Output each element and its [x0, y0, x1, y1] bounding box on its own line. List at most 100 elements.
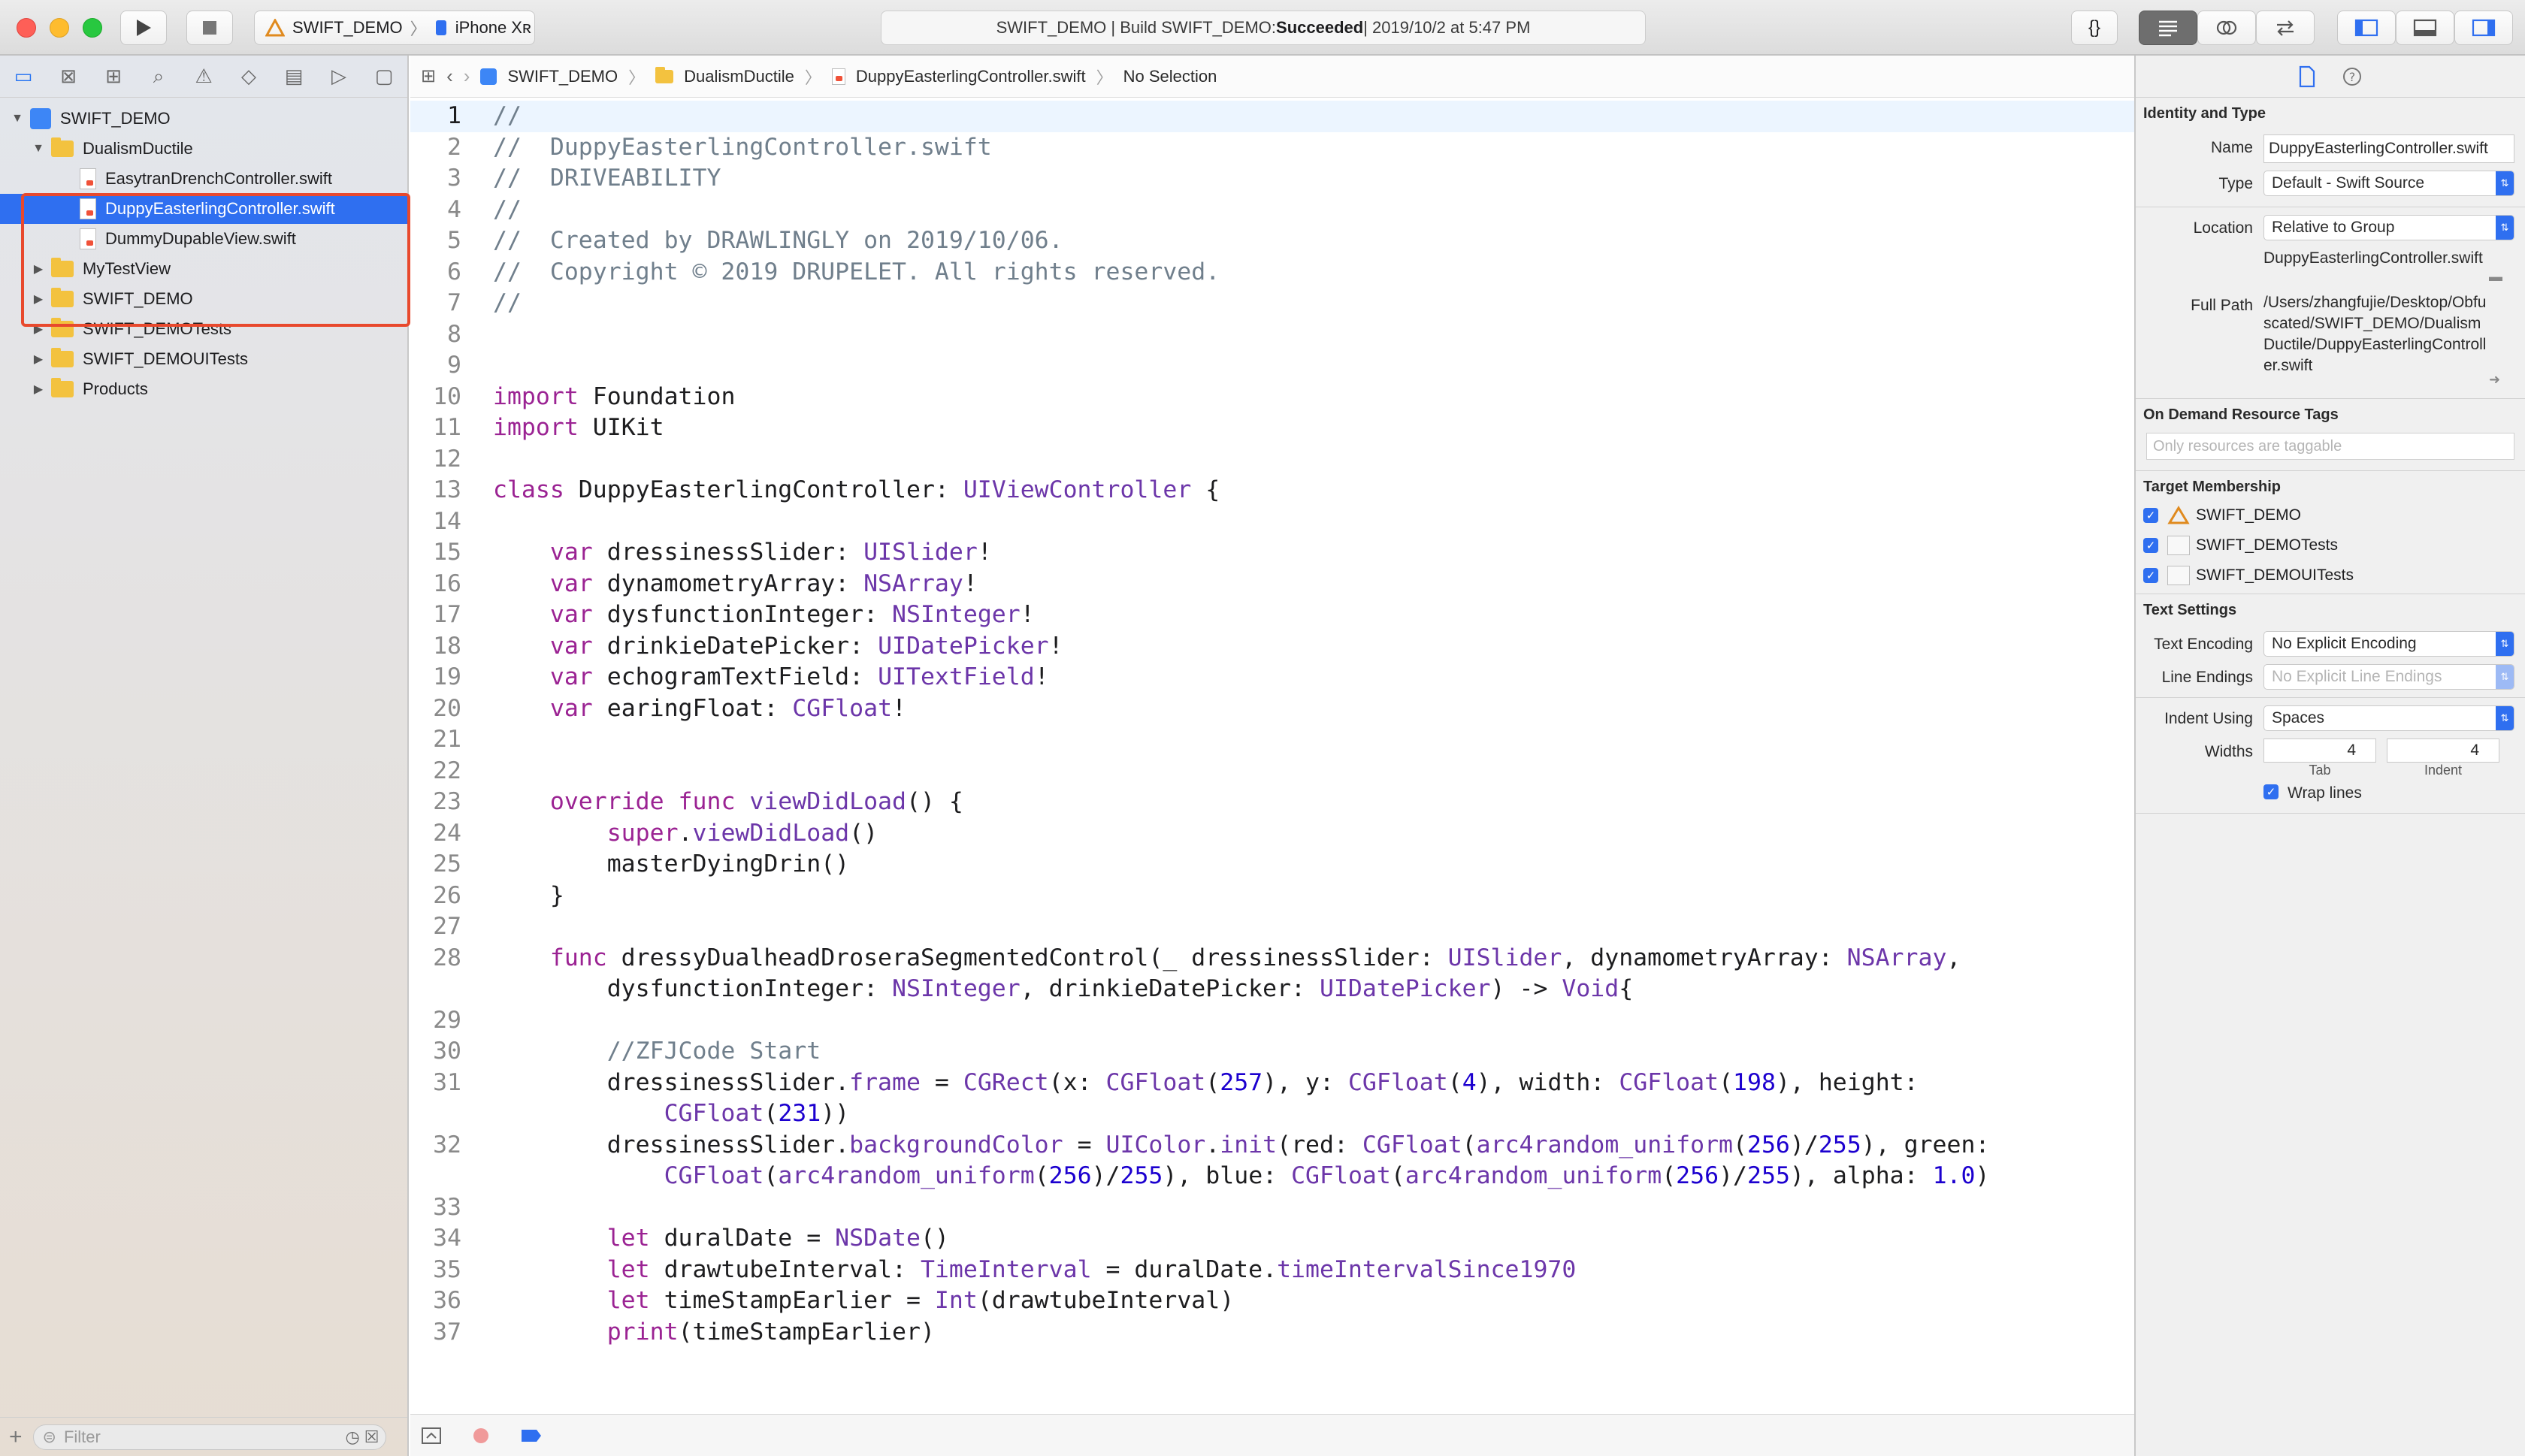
group-row[interactable]: ▶ SWIFT_DEMOTests [0, 314, 407, 344]
disclosure-closed-icon[interactable]: ▶ [30, 382, 47, 397]
code-line[interactable]: 29 [410, 1005, 2134, 1037]
code-line[interactable]: CGFloat(231)) [410, 1098, 2134, 1130]
code-line[interactable]: 4 // [410, 195, 2134, 226]
location-popup[interactable]: Relative to Group ⇅ [2263, 215, 2514, 240]
target-row[interactable]: ✓ SWIFT_DEMO [2136, 500, 2525, 530]
code-line[interactable]: 37 print(timeStampEarlier) [410, 1317, 2134, 1349]
hide-debug-area-icon[interactable] [421, 1427, 442, 1445]
warning-icon[interactable]: ⚠ [191, 64, 216, 89]
assistant-editor-button[interactable] [2197, 11, 2256, 45]
minimize-window-button[interactable] [50, 18, 69, 38]
code-line[interactable]: 14 [410, 506, 2134, 538]
code-line[interactable]: 9 [410, 350, 2134, 382]
disclosure-closed-icon[interactable]: ▶ [30, 352, 47, 367]
code-line[interactable]: 5 // Created by DRAWLINGLY on 2019/10/06. [410, 225, 2134, 257]
indent-using-popup[interactable]: Spaces ⇅ [2263, 705, 2514, 731]
code-line[interactable]: 1 // [410, 101, 2134, 132]
breadcrumb-file[interactable]: DuppyEasterlingController.swift [856, 67, 1086, 86]
disclosure-open-icon[interactable]: ▼ [9, 112, 26, 125]
recent-files-icon[interactable]: ◷ ☒ [346, 1427, 380, 1447]
file-row[interactable]: DuppyEasterlingController.swift [0, 194, 407, 224]
related-items-icon[interactable]: ⊞ [421, 65, 436, 87]
code-line[interactable]: 36 let timeStampEarlier = Int(drawtubeIn… [410, 1285, 2134, 1317]
disclosure-closed-icon[interactable]: ▶ [30, 322, 47, 337]
code-line[interactable]: 32 dressinessSlider.backgroundColor = UI… [410, 1130, 2134, 1161]
target-row[interactable]: ✓ SWIFT_DEMOTests [2136, 530, 2525, 560]
code-line[interactable]: 8 [410, 319, 2134, 351]
reveal-in-finder-icon[interactable]: ➜ [2489, 372, 2500, 388]
file-row[interactable]: DummyDupableView.swift [0, 224, 407, 254]
code-line[interactable]: 7 // [410, 288, 2134, 319]
odr-tags-field[interactable]: Only resources are taggable [2146, 433, 2514, 460]
code-line[interactable]: 27 [410, 911, 2134, 943]
code-line[interactable]: 18 var drinkieDatePicker: UIDatePicker! [410, 631, 2134, 663]
code-line[interactable]: 12 [410, 444, 2134, 476]
code-line[interactable]: dysfunctionInteger: NSInteger, drinkieDa… [410, 974, 2134, 1005]
code-line[interactable]: 2 // DuppyEasterlingController.swift [410, 132, 2134, 164]
code-line[interactable]: 13 class DuppyEasterlingController: UIVie… [410, 475, 2134, 506]
group-row[interactable]: ▶ MyTestView [0, 254, 407, 284]
group-row[interactable]: ▶ SWIFT_DEMO [0, 284, 407, 314]
code-line[interactable]: 11 import UIKit [410, 412, 2134, 444]
code-line[interactable]: 15 var dressinessSlider: UISlider! [410, 537, 2134, 569]
indent-width-stepper[interactable]: 4 [2387, 739, 2499, 763]
breakpoint-tag-icon[interactable] [520, 1428, 543, 1443]
code-area[interactable]: 1 // 2 // DuppyEasterlingController.swift 3 /… [410, 101, 2134, 1411]
code-line[interactable]: 33 [410, 1192, 2134, 1224]
group-row[interactable]: ▼ DualismDuctile [0, 134, 407, 164]
code-line[interactable]: 17 var dysfunctionInteger: NSInteger! [410, 600, 2134, 631]
code-line[interactable]: CGFloat(arc4random_uniform(256)/255), bl… [410, 1161, 2134, 1192]
disclosure-open-icon[interactable]: ▼ [30, 142, 47, 156]
file-row[interactable]: EasytranDrenchController.swift [0, 164, 407, 194]
code-line[interactable]: 20 var earingFloat: CGFloat! [410, 693, 2134, 725]
test-diamond-icon[interactable]: ◇ [236, 64, 262, 89]
code-line[interactable]: 24 super.viewDidLoad() [410, 818, 2134, 850]
breadcrumb-selection[interactable]: No Selection [1123, 67, 1217, 86]
close-window-button[interactable] [17, 18, 36, 38]
code-line[interactable]: 19 var echogramTextField: UITextField! [410, 662, 2134, 693]
code-line[interactable]: 26 } [410, 881, 2134, 912]
target-row[interactable]: ✓ SWIFT_DEMOUITests [2136, 560, 2525, 591]
code-line[interactable]: 35 let drawtubeInterval: TimeInterval = … [410, 1255, 2134, 1286]
breadcrumb-project[interactable]: SWIFT_DEMO [507, 67, 618, 86]
quick-help-icon[interactable]: ? [2342, 66, 2363, 87]
code-line[interactable]: 6 // Copyright © 2019 DRUPELET. All right… [410, 257, 2134, 288]
code-line[interactable]: 21 [410, 724, 2134, 756]
report-icon[interactable]: ▢ [371, 64, 397, 89]
breakpoint-icon[interactable]: ▷ [326, 64, 352, 89]
code-line[interactable]: 10 import Foundation [410, 382, 2134, 413]
code-line[interactable]: 16 var dynamometryArray: NSArray! [410, 569, 2134, 600]
checkbox-checked-icon[interactable]: ✓ [2143, 538, 2158, 553]
disclosure-closed-icon[interactable]: ▶ [30, 261, 47, 276]
back-chevron-icon[interactable]: ‹ [446, 65, 453, 88]
search-icon[interactable]: ⌕ [146, 64, 171, 89]
stop-button[interactable] [186, 11, 233, 45]
add-icon[interactable]: + [9, 1424, 23, 1450]
standard-editor-button[interactable] [2139, 11, 2197, 45]
symbol-icon[interactable]: ⊞ [101, 64, 126, 89]
scheme-selector[interactable]: SWIFT_DEMO 〉 iPhone Xʀ [254, 11, 535, 45]
version-editor-button[interactable] [2256, 11, 2315, 45]
tab-width-stepper[interactable]: 4 [2263, 739, 2376, 763]
toggle-navigator-button[interactable] [2337, 11, 2396, 45]
name-field[interactable]: DuppyEasterlingController.swift [2263, 134, 2514, 163]
source-control-icon[interactable]: ⊠ [56, 64, 81, 89]
code-line[interactable]: 23 override func viewDidLoad() { [410, 787, 2134, 818]
code-line[interactable]: 28 func dressyDualheadDroseraSegmentedCo… [410, 943, 2134, 974]
run-button[interactable] [120, 11, 167, 45]
filter-input[interactable]: ⊜ Filter ◷ ☒ [32, 1424, 386, 1450]
line-endings-popup[interactable]: No Explicit Line Endings ⇅ [2263, 664, 2514, 690]
code-line[interactable]: 3 // DRIVEABILITY [410, 163, 2134, 195]
disclosure-closed-icon[interactable]: ▶ [30, 292, 47, 307]
code-line[interactable]: 31 dressinessSlider.frame = CGRect(x: CG… [410, 1068, 2134, 1099]
forward-chevron-icon[interactable]: › [464, 65, 470, 88]
debug-icon[interactable]: ▤ [281, 64, 307, 89]
encoding-popup[interactable]: No Explicit Encoding ⇅ [2263, 631, 2514, 657]
zoom-window-button[interactable] [83, 18, 102, 38]
choose-folder-icon[interactable]: ▬ [2489, 269, 2502, 285]
file-inspector-icon[interactable] [2298, 65, 2316, 88]
code-line[interactable]: 30 //ZFJCode Start [410, 1036, 2134, 1068]
code-line[interactable]: 22 [410, 756, 2134, 787]
toggle-debug-area-button[interactable] [2396, 11, 2454, 45]
type-popup[interactable]: Default - Swift Source ⇅ [2263, 171, 2514, 196]
